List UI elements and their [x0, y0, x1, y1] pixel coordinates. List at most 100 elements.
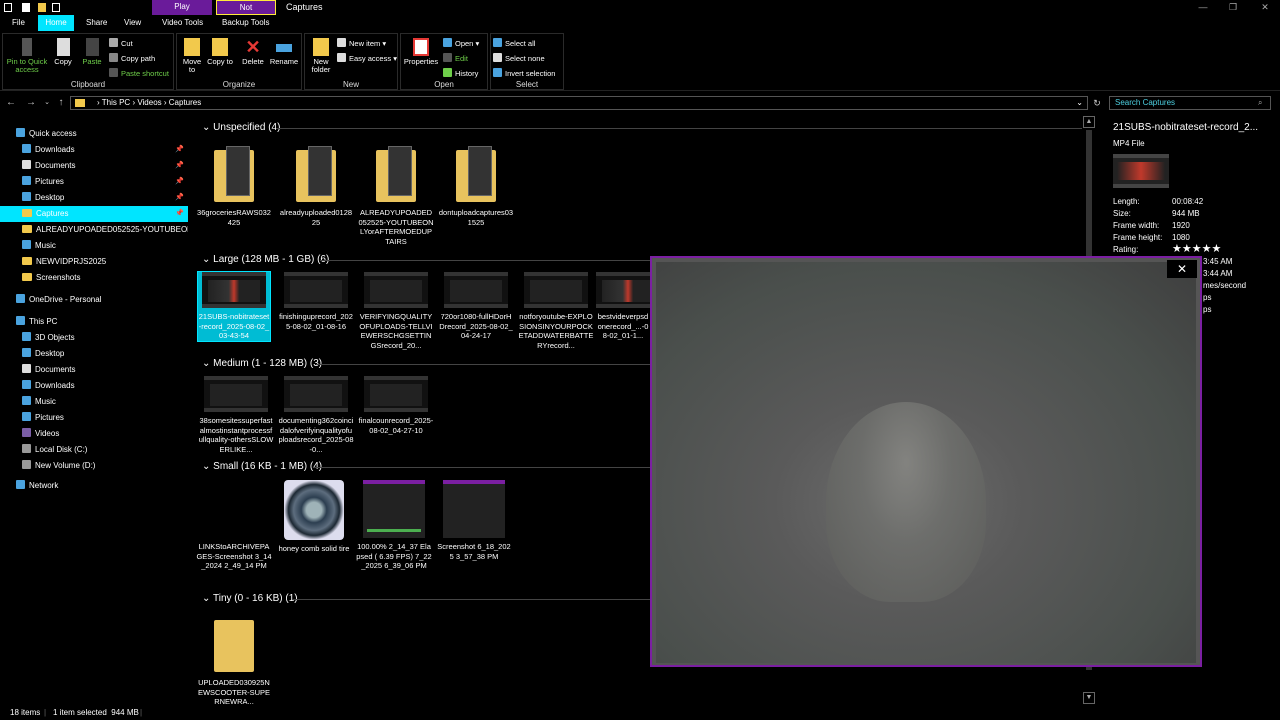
scroll-down-button[interactable]: ▼	[1083, 692, 1095, 704]
new-folder-icon[interactable]	[38, 3, 46, 12]
properties-button[interactable]: Properties	[403, 38, 439, 66]
image-item[interactable]: Screenshot 6_18_2025 3_57_38 PM	[436, 480, 512, 561]
rating-stars[interactable]: ★★★★★	[1172, 242, 1221, 255]
tab-share[interactable]: Share	[80, 15, 113, 31]
image-item[interactable]: 100.00% 2_14_37 Elapsed ( 6.39 FPS) 7_22…	[356, 480, 432, 571]
video-item[interactable]: 720or1080-fullHDorHDrecord_2025-08-02_04…	[438, 272, 514, 341]
tab-file[interactable]: File	[6, 15, 31, 31]
scroll-up-button[interactable]: ▲	[1083, 116, 1095, 128]
nav-item-captures[interactable]: Captures 📌	[0, 206, 188, 222]
video-item[interactable]: VERIFYINGQUALITYOFUPLOADS-TELLVIEWERSCHG…	[358, 272, 434, 350]
properties-icon[interactable]	[22, 3, 30, 12]
tab-backup-tools[interactable]: Backup Tools	[216, 15, 275, 31]
tab-video-tools[interactable]: Video Tools	[156, 15, 209, 31]
breadcrumb-captures[interactable]: Captures	[169, 98, 201, 107]
chevron-down-icon: ⌄	[202, 593, 213, 604]
nav-item-3d-objects[interactable]: 3D Objects	[0, 330, 188, 346]
pin-icon: 📌	[175, 194, 184, 201]
forward-button[interactable]: →	[24, 94, 38, 112]
folder-item[interactable]: 36groceriesRAWS032425	[196, 146, 272, 227]
paste-button[interactable]: Paste	[79, 38, 105, 66]
breadcrumb-videos[interactable]: Videos	[137, 98, 161, 107]
nav-item-desktop[interactable]: Desktop 📌	[0, 190, 188, 206]
open-icon	[443, 38, 452, 47]
nav-quick-access[interactable]: Quick access	[0, 126, 188, 142]
nav-item-documents[interactable]: Documents 📌	[0, 158, 188, 174]
history-button[interactable]: History	[443, 68, 478, 78]
nav-item-downloads[interactable]: Downloads 📌	[0, 142, 188, 158]
move-to-button[interactable]: Move to	[179, 38, 205, 74]
back-button[interactable]: ←	[4, 94, 18, 112]
close-popup-button[interactable]: ✕	[1167, 260, 1197, 278]
address-dropdown-icon[interactable]: ⌄	[1076, 97, 1083, 109]
folder-item[interactable]: ALREADYUPOADED052525-YOUTUBEONLYorAFTERM…	[358, 146, 434, 246]
nav-this-pc[interactable]: This PC	[0, 314, 188, 330]
customize-quick-access-icon[interactable]	[52, 3, 60, 12]
up-button[interactable]: ↑	[54, 94, 68, 112]
maximize-button[interactable]: ❐	[1218, 0, 1248, 15]
video-item[interactable]: 38somesitessuperfastalmostinstantprocess…	[198, 376, 274, 454]
nav-item-pc-downloads[interactable]: Downloads	[0, 378, 188, 394]
tab-home[interactable]: Home	[38, 15, 74, 31]
video-item[interactable]: finishinguprecord_2025-08-02_01-08-16	[278, 272, 354, 331]
easy-access-button[interactable]: Easy access ▾	[337, 53, 397, 63]
refresh-button[interactable]: ↻	[1090, 94, 1104, 112]
new-item-button[interactable]: New item ▾	[337, 38, 386, 48]
search-input[interactable]: Search Captures	[1109, 96, 1271, 110]
folder-item[interactable]: alreadyuploaded012825	[278, 146, 354, 227]
close-button[interactable]: ✕	[1250, 0, 1280, 15]
video-item[interactable]: documenting362coincidalofverifyinquality…	[278, 376, 354, 454]
video-thumbnail	[364, 376, 428, 412]
video-item[interactable]: bestvideverpsdonerecord_...-08-02_01-1..…	[596, 272, 650, 341]
tab-view[interactable]: View	[118, 15, 147, 31]
copy-button[interactable]: Copy	[51, 38, 75, 66]
paste-shortcut-button[interactable]: Paste shortcut	[109, 68, 169, 78]
image-item[interactable]: honey comb solid tire	[276, 480, 352, 554]
rename-button[interactable]: Rename	[269, 38, 299, 66]
select-none-button[interactable]: Select none	[493, 53, 545, 63]
new-folder-button[interactable]: New folder	[307, 38, 335, 74]
group-header-medium[interactable]: ⌄ Medium (1 - 128 MB) (3)	[202, 358, 322, 369]
shortcut-item[interactable]: UPLOADED030925NEWSCOOTER-SUPERNEWRA...	[196, 616, 272, 704]
nav-item-pictures[interactable]: Pictures 📌	[0, 174, 188, 190]
group-header-large[interactable]: ⌄ Large (128 MB - 1 GB) (6)	[202, 254, 329, 265]
nav-item-pc-documents[interactable]: Documents	[0, 362, 188, 378]
breadcrumb-this-pc[interactable]: This PC	[102, 98, 130, 107]
delete-button[interactable]: ✕ Delete	[239, 38, 267, 66]
video-item[interactable]: notforyoutube-EXPLOSIONSINYOURPOCKETADDW…	[518, 272, 594, 350]
group-header-tiny[interactable]: ⌄ Tiny (0 - 16 KB) (1)	[202, 593, 298, 604]
nav-item-pc-videos[interactable]: Videos	[0, 426, 188, 442]
address-bar[interactable]: › This PC › Videos › Captures ⌄	[70, 96, 1088, 110]
nav-item-music[interactable]: Music	[0, 238, 188, 254]
nav-item-pc-music[interactable]: Music	[0, 394, 188, 410]
video-frame[interactable]	[656, 262, 1196, 663]
video-preview-popup[interactable]: ✕	[650, 256, 1202, 667]
nav-item-pc-pictures[interactable]: Pictures	[0, 410, 188, 426]
nav-item-new-volume[interactable]: New Volume (D:)	[0, 458, 188, 474]
video-item[interactable]: finalcounrecord_2025-08-02_04-27-10	[358, 376, 434, 435]
pin-to-quick-access-button[interactable]: Pin to Quick access	[5, 38, 49, 74]
select-all-button[interactable]: Select all	[493, 38, 535, 48]
nav-item-alreadyupoaded[interactable]: ALREADYUPOADED052525-YOUTUBEONLYorAFTER	[0, 222, 188, 238]
cut-button[interactable]: Cut	[109, 38, 133, 48]
context-tab-not-backed-up[interactable]: Not backed up	[216, 0, 276, 40]
copy-to-button[interactable]: Copy to	[207, 38, 233, 66]
group-header-unspecified[interactable]: ⌄ Unspecified (4)	[202, 122, 280, 133]
edit-button[interactable]: Edit	[443, 53, 468, 63]
folder-item[interactable]: dontuploadcaptures031525	[438, 146, 514, 227]
copy-path-button[interactable]: Copy path	[109, 53, 155, 63]
group-header-small[interactable]: ⌄ Small (16 KB - 1 MB) (4)	[202, 461, 322, 472]
nav-item-local-disk[interactable]: Local Disk (C:)	[0, 442, 188, 458]
nav-network[interactable]: Network	[0, 478, 188, 494]
video-item-selected[interactable]: 21SUBS-nobitrateset-record_2025-08-02_03…	[197, 271, 271, 342]
image-item[interactable]: LINKStoARCHIVEPAGES-Screenshot 3_14_2024…	[196, 480, 272, 571]
nav-item-screenshots[interactable]: Screenshots	[0, 270, 188, 286]
nav-onedrive[interactable]: OneDrive - Personal	[0, 292, 188, 308]
open-button[interactable]: Open ▾	[443, 38, 479, 48]
context-tab-play[interactable]: Play	[152, 0, 212, 15]
nav-item-pc-desktop[interactable]: Desktop	[0, 346, 188, 362]
recent-locations-button[interactable]: ⌄	[40, 94, 54, 112]
minimize-button[interactable]: —	[1188, 0, 1218, 15]
invert-selection-button[interactable]: Invert selection	[493, 68, 555, 78]
nav-item-newvidprjs[interactable]: NEWVIDPRJS2025	[0, 254, 188, 270]
